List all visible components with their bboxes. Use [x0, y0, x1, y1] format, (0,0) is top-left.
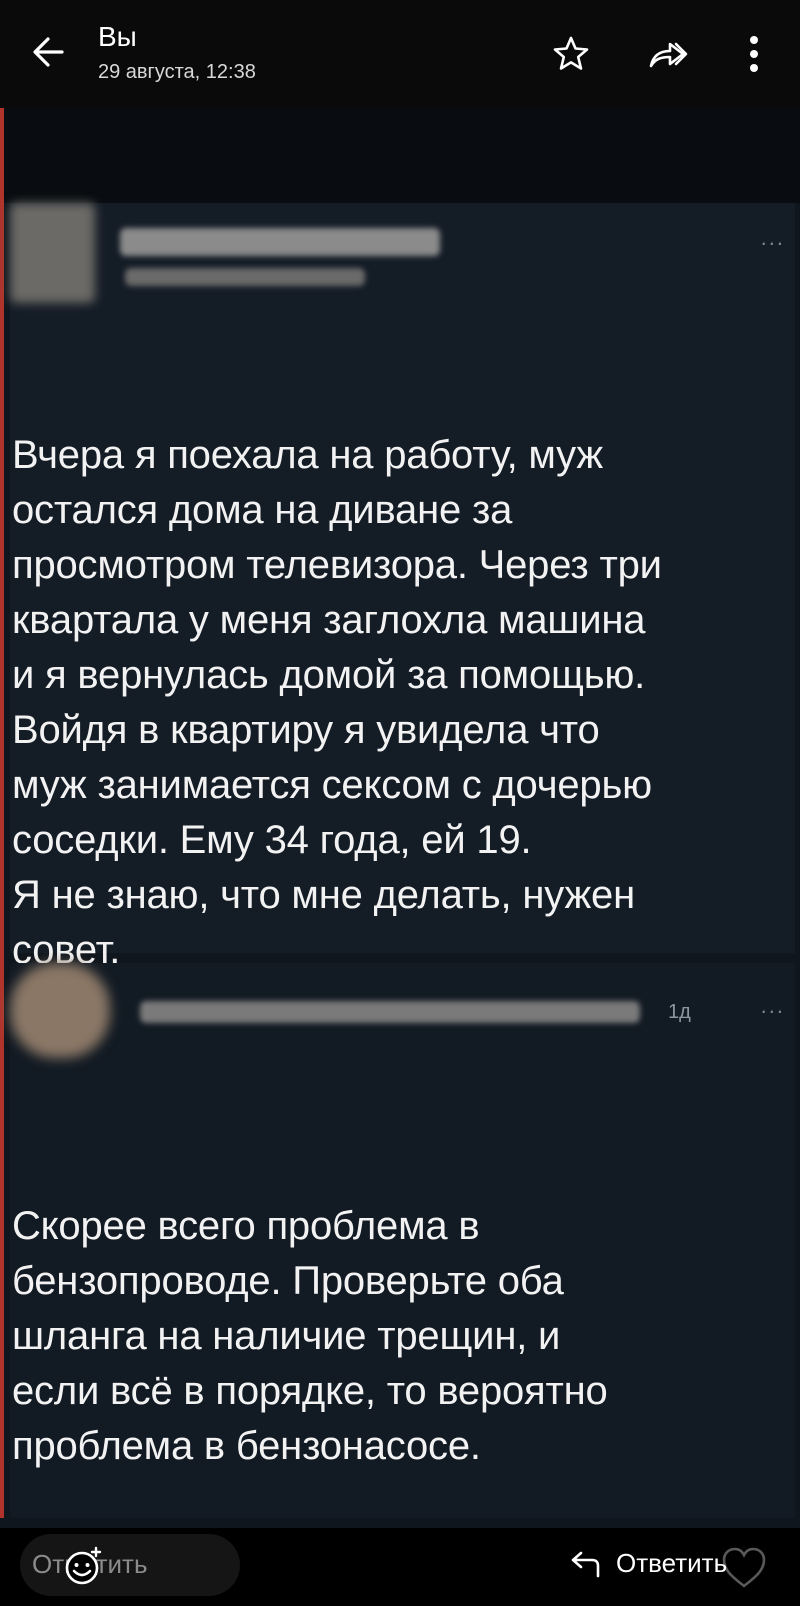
photo-dark-strip	[0, 108, 800, 203]
back-button[interactable]	[22, 24, 78, 80]
more-options-button[interactable]	[730, 30, 778, 78]
emoji-add-icon[interactable]	[60, 1542, 108, 1590]
reply-card: 1д ... Скорее всего проблема в бензопров…	[10, 963, 795, 1518]
heart-icon[interactable]	[716, 1540, 772, 1596]
bottom-bar: Отметить Ответить	[0, 1528, 800, 1606]
reply-author-blurred	[140, 1001, 640, 1023]
share-button[interactable]	[643, 30, 691, 78]
top-app-bar: Вы 29 августа, 12:38	[0, 0, 800, 108]
arrow-left-icon	[33, 37, 64, 67]
star-icon	[553, 36, 589, 70]
author-name-blurred	[120, 228, 440, 256]
more-vertical-icon	[750, 36, 758, 72]
reply-menu-icon: ...	[760, 993, 785, 1018]
post-menu-icon: ...	[760, 225, 785, 250]
page-title: Вы	[98, 21, 137, 52]
reply-text: Скорее всего проблема в бензопроводе. Пр…	[12, 1204, 608, 1468]
post-text: Вчера я поехала на работу, муж остался д…	[12, 433, 662, 972]
favorite-button[interactable]	[547, 30, 595, 78]
author-handle-blurred	[125, 268, 365, 286]
photo-viewer[interactable]: ... Вчера я поехала на работу, муж остал…	[0, 108, 800, 1528]
avatar-blurred	[10, 203, 95, 303]
reply-time: 1д	[668, 1001, 691, 1023]
reply-avatar-blurred	[10, 963, 110, 1058]
page-subtitle-date: 29 августа, 12:38	[98, 61, 256, 83]
photo-red-edge	[0, 108, 4, 1518]
comment-input[interactable]: Отметить	[20, 1534, 240, 1596]
reply-label: Ответить	[616, 1548, 728, 1578]
post-card: ... Вчера я поехала на работу, муж остал…	[10, 203, 795, 972]
forward-arrow-icon	[649, 42, 688, 68]
reply-icon	[571, 1551, 600, 1578]
title-block: Вы 29 августа, 12:38	[98, 20, 256, 86]
